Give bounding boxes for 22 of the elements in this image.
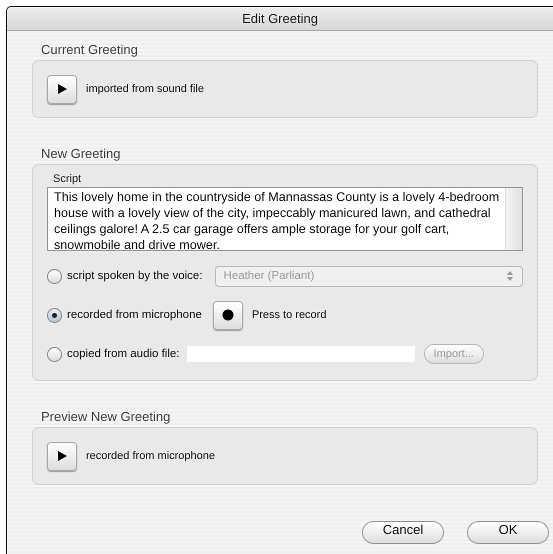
record-icon	[222, 309, 234, 321]
play-button[interactable]	[47, 74, 77, 104]
option-label: recorded from microphone	[67, 309, 202, 321]
play-icon	[56, 83, 68, 95]
greeting-source: imported from sound file	[86, 83, 204, 95]
record-button[interactable]	[212, 300, 243, 330]
option-label: copied from audio file:	[67, 348, 180, 360]
section-heading: Preview New Greeting	[40, 409, 172, 424]
section-heading: New Greeting	[40, 146, 122, 161]
play-button[interactable]	[47, 442, 77, 470]
script-field[interactable]: This lovely home in the countryside of Mannassas County is a lovely 4-bedroom house with a lovely view of the city, impeccably manicured lawn, and cathedral ceilings galore! A 2.5 car garage offers ample storage for your golf cart, snowmobile and drive mower.	[47, 187, 523, 251]
greeting-source: recorded from microphone	[86, 450, 216, 462]
stepper-arrows-icon	[506, 270, 514, 282]
window-title: Edit Greeting	[242, 11, 318, 26]
record-hint: Press to record	[252, 309, 326, 321]
play-icon	[56, 450, 68, 462]
script-label: Script	[53, 173, 82, 185]
dialog-button[interactable]: Cancel	[362, 521, 444, 544]
radio-button[interactable]	[47, 308, 62, 322]
section-heading: Current Greeting	[40, 42, 139, 57]
dialog-button[interactable]: OK	[467, 521, 549, 544]
option-label: script spoken by the voice:	[67, 270, 203, 282]
